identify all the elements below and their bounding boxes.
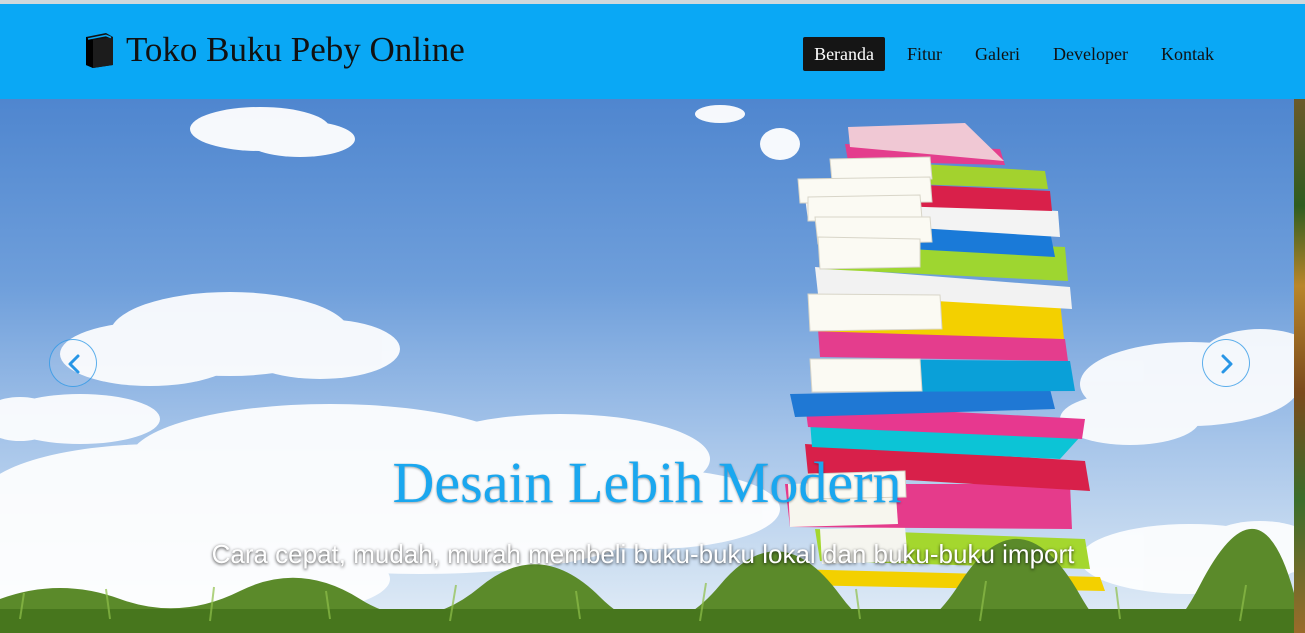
nav-item-kontak[interactable]: Kontak xyxy=(1150,37,1225,71)
hero-carousel: Desain Lebih Modern Cara cepat, mudah, m… xyxy=(0,99,1294,633)
book-icon xyxy=(86,33,113,68)
carousel-caption-subtitle: Cara cepat, mudah, murah membeli buku-bu… xyxy=(211,539,1075,569)
page-edge-strip xyxy=(1294,99,1305,633)
main-nav: Beranda Fitur Galeri Developer Kontak xyxy=(792,37,1225,71)
chevron-left-icon xyxy=(68,354,80,374)
carousel-next-button[interactable] xyxy=(1202,339,1250,387)
navbar: Toko Buku Peby Online Beranda Fitur Gale… xyxy=(0,4,1305,99)
brand-link[interactable]: Toko Buku Peby Online xyxy=(82,28,465,72)
nav-item-beranda[interactable]: Beranda xyxy=(803,37,886,71)
nav-item-galeri[interactable]: Galeri xyxy=(964,37,1031,71)
nav-item-developer[interactable]: Developer xyxy=(1042,37,1139,71)
chevron-right-icon xyxy=(1221,354,1233,374)
nav-item-fitur[interactable]: Fitur xyxy=(896,37,953,71)
carousel-caption-title: Desain Lebih Modern xyxy=(392,450,902,515)
carousel-prev-button[interactable] xyxy=(49,339,97,387)
brand-title: Toko Buku Peby Online xyxy=(126,30,465,69)
